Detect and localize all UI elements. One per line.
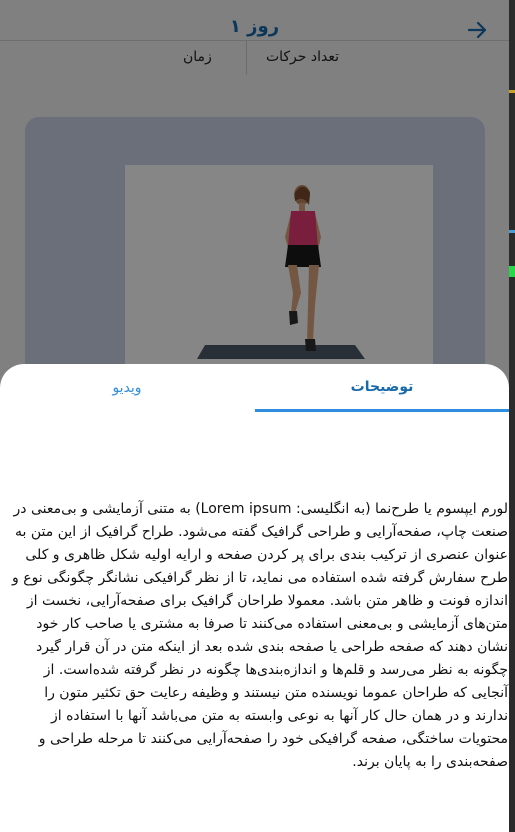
- side-scroll-strip: [509, 0, 515, 832]
- exercise-description: لورم ایپسوم یا طرح‌نما (به انگلیسی: Lore…: [12, 501, 508, 770]
- strip-marker: [509, 230, 515, 233]
- bottom-sheet: توضیحات ویدیو لورم ایپسوم یا طرح‌نما (به…: [0, 364, 509, 832]
- sheet-tabs: توضیحات ویدیو: [0, 364, 509, 412]
- strip-marker: [509, 90, 515, 93]
- workout-day-screen: روز ۱ تعداد حرکات زمان توضیحات ویدیو لور…: [0, 0, 509, 832]
- tab-description[interactable]: توضیحات: [255, 364, 509, 412]
- strip-marker: [509, 266, 515, 277]
- tab-video[interactable]: ویدیو: [0, 364, 254, 412]
